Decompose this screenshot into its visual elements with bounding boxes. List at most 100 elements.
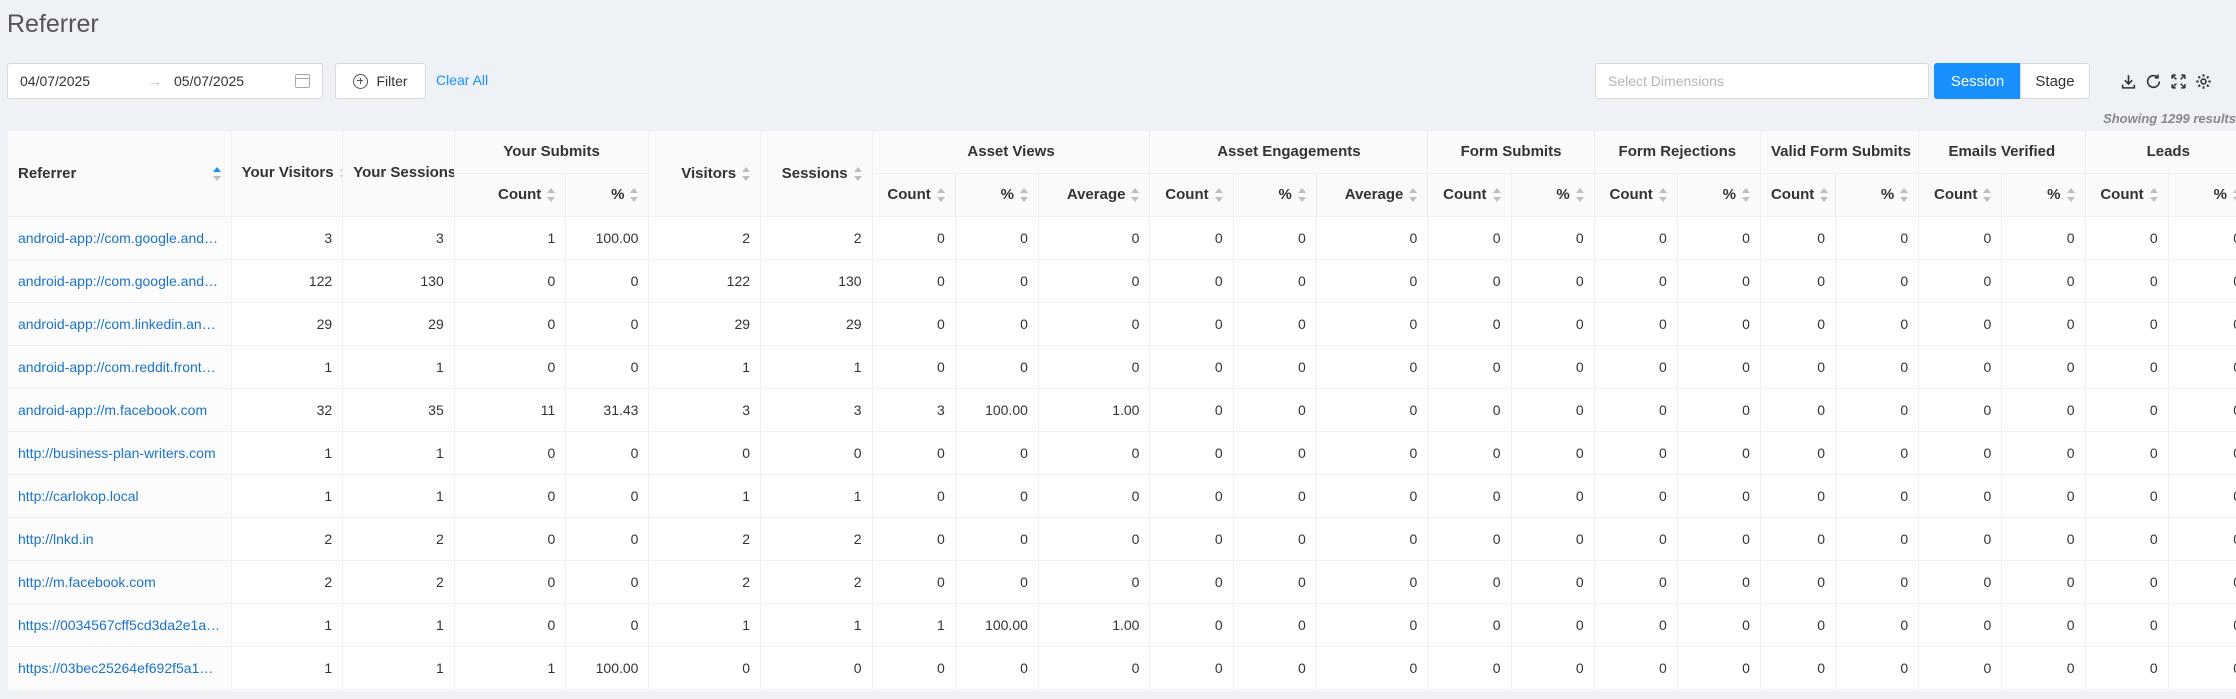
sort-icon[interactable] — [742, 166, 751, 181]
table-cell: 0 — [2001, 431, 2086, 475]
sort-icon[interactable] — [1820, 188, 1829, 203]
subheader-pct[interactable]: % — [1233, 173, 1317, 217]
sort-icon[interactable] — [1492, 188, 1501, 203]
referrer-link[interactable]: http://m.facebook.com — [8, 560, 232, 604]
table-cell: 0 — [1677, 646, 1761, 690]
referrer-link[interactable]: android-app://com.reddit.frontpage — [8, 345, 232, 389]
stage-toggle[interactable]: Stage — [2020, 63, 2090, 99]
table-body: android-app://com.google.android.gm 3 3 1 10… — [8, 216, 2236, 690]
sort-icon[interactable] — [2149, 188, 2158, 203]
sort-icon[interactable] — [547, 188, 556, 203]
table-cell: 2 — [648, 560, 762, 604]
table-cell: 0 — [1511, 560, 1595, 604]
sort-icon[interactable] — [1131, 188, 1140, 203]
subheader-average[interactable]: Average — [1316, 173, 1429, 217]
table-cell: 0 — [1427, 646, 1512, 690]
dimensions-select[interactable]: Select Dimensions — [1595, 63, 1929, 99]
referrer-link[interactable]: android-app://com.google.android.gm — [8, 216, 232, 260]
referrer-link[interactable]: http://carlokop.local — [8, 474, 232, 518]
filter-button[interactable]: Filter — [335, 63, 426, 99]
table-cell: 0 — [1149, 560, 1234, 604]
table-cell: 0 — [1918, 560, 2003, 604]
referrer-link[interactable]: https://03bec25264ef692f5a1b.example — [8, 646, 232, 690]
table-cell: 0 — [1149, 216, 1234, 260]
sort-icon[interactable] — [1658, 188, 1667, 203]
subheader-pct[interactable]: % — [2001, 173, 2086, 217]
sort-icon[interactable] — [1297, 188, 1306, 203]
subheader-count[interactable]: Count — [1760, 173, 1837, 217]
table-cell: 0 — [1316, 388, 1429, 432]
table-cell: 0 — [1677, 517, 1761, 561]
table-cell: 0 — [1594, 388, 1678, 432]
settings-icon[interactable] — [2194, 72, 2212, 90]
referrer-link[interactable]: android-app://com.linkedin.android — [8, 302, 232, 346]
table-cell: 0 — [1316, 345, 1429, 389]
sort-icon[interactable] — [1983, 188, 1992, 203]
subheader-pct[interactable]: % — [565, 173, 650, 217]
header-visitors[interactable]: Visitors — [648, 131, 762, 217]
referrer-link[interactable]: android-app://com.google.android.googleq… — [8, 259, 232, 303]
sort-icon[interactable] — [936, 188, 945, 203]
table-cell: 1 — [342, 603, 455, 647]
table-cell: 0 — [565, 302, 650, 346]
session-toggle[interactable]: Session — [1934, 63, 2021, 99]
subheader-count[interactable]: Count — [454, 173, 567, 217]
table-cell: 0 — [2168, 388, 2236, 432]
referrer-link[interactable]: https://0034567cff5cd3da2e1a.example — [8, 603, 232, 647]
table-cell: 0 — [1835, 646, 1920, 690]
sort-icon[interactable] — [1214, 188, 1223, 203]
download-icon[interactable] — [2119, 72, 2137, 90]
subheader-count[interactable]: Count — [1149, 173, 1234, 217]
table-row: http://carlokop.local 1 1 0 0 1 1 0 0 0 0 0 0 0 0 0 0 0 0 0… — [8, 474, 2236, 518]
header-referrer[interactable]: Referrer — [8, 131, 232, 217]
subheader-count[interactable]: Count — [1918, 173, 2003, 217]
date-end[interactable]: 05/07/2025 — [174, 73, 244, 89]
table-cell: 0 — [1760, 302, 1837, 346]
table-cell: 122 — [231, 259, 344, 303]
table-cell: 0 — [1316, 603, 1429, 647]
table-cell: 0 — [1594, 603, 1678, 647]
table-cell: 0 — [1038, 646, 1151, 690]
sort-icon[interactable] — [1409, 188, 1418, 203]
table-cell: 1 — [760, 603, 873, 647]
referrer-link[interactable]: android-app://m.facebook.com — [8, 388, 232, 432]
referrer-link[interactable]: http://business-plan-writers.com — [8, 431, 232, 475]
sort-icon[interactable] — [630, 188, 639, 203]
header-sessions[interactable]: Sessions — [760, 131, 873, 217]
header-your-sessions[interactable]: Your Sessions — [342, 131, 455, 217]
sort-icon[interactable] — [2066, 188, 2075, 203]
sort-icon[interactable] — [1575, 188, 1584, 203]
subheader-average[interactable]: Average — [1038, 173, 1151, 217]
date-range-picker[interactable]: 04/07/2025 → 05/07/2025 — [7, 63, 323, 99]
clear-all-link[interactable]: Clear All — [436, 72, 488, 88]
table-cell: 0 — [1038, 216, 1151, 260]
date-start[interactable]: 04/07/2025 — [20, 73, 90, 89]
subheader-count[interactable]: Count — [1594, 173, 1678, 217]
sort-icon[interactable] — [212, 167, 221, 181]
subheader-count[interactable]: Count — [872, 173, 956, 217]
table-cell: 0 — [565, 431, 650, 475]
table-cell: 0 — [1918, 431, 2003, 475]
fullscreen-icon[interactable] — [2169, 72, 2187, 90]
subheader-pct[interactable]: % — [955, 173, 1039, 217]
arrow-right-icon: → — [148, 73, 162, 89]
sort-icon[interactable] — [1900, 188, 1909, 203]
refresh-icon[interactable] — [2144, 72, 2162, 90]
table-cell: 2 — [648, 216, 762, 260]
subheader-pct[interactable]: % — [1677, 173, 1761, 217]
subheader-pct[interactable]: % — [1835, 173, 1920, 217]
subheader-count[interactable]: Count — [2085, 173, 2169, 217]
sort-icon[interactable] — [1019, 188, 1028, 203]
header-your-visitors[interactable]: Your Visitors — [231, 131, 344, 217]
sort-icon[interactable] — [1741, 188, 1750, 203]
calendar-icon[interactable] — [295, 74, 310, 88]
table-cell: 0 — [1427, 345, 1512, 389]
table-cell: 0 — [454, 603, 567, 647]
subheader-pct[interactable]: % — [2168, 173, 2236, 217]
table-row: https://0034567cff5cd3da2e1a.example1100… — [8, 603, 2236, 647]
subheader-pct[interactable]: % — [1511, 173, 1595, 217]
referrer-link[interactable]: http://lnkd.in — [8, 517, 232, 561]
table-cell: 0 — [1594, 302, 1678, 346]
sort-icon[interactable] — [853, 166, 862, 181]
subheader-count[interactable]: Count — [1427, 173, 1512, 217]
